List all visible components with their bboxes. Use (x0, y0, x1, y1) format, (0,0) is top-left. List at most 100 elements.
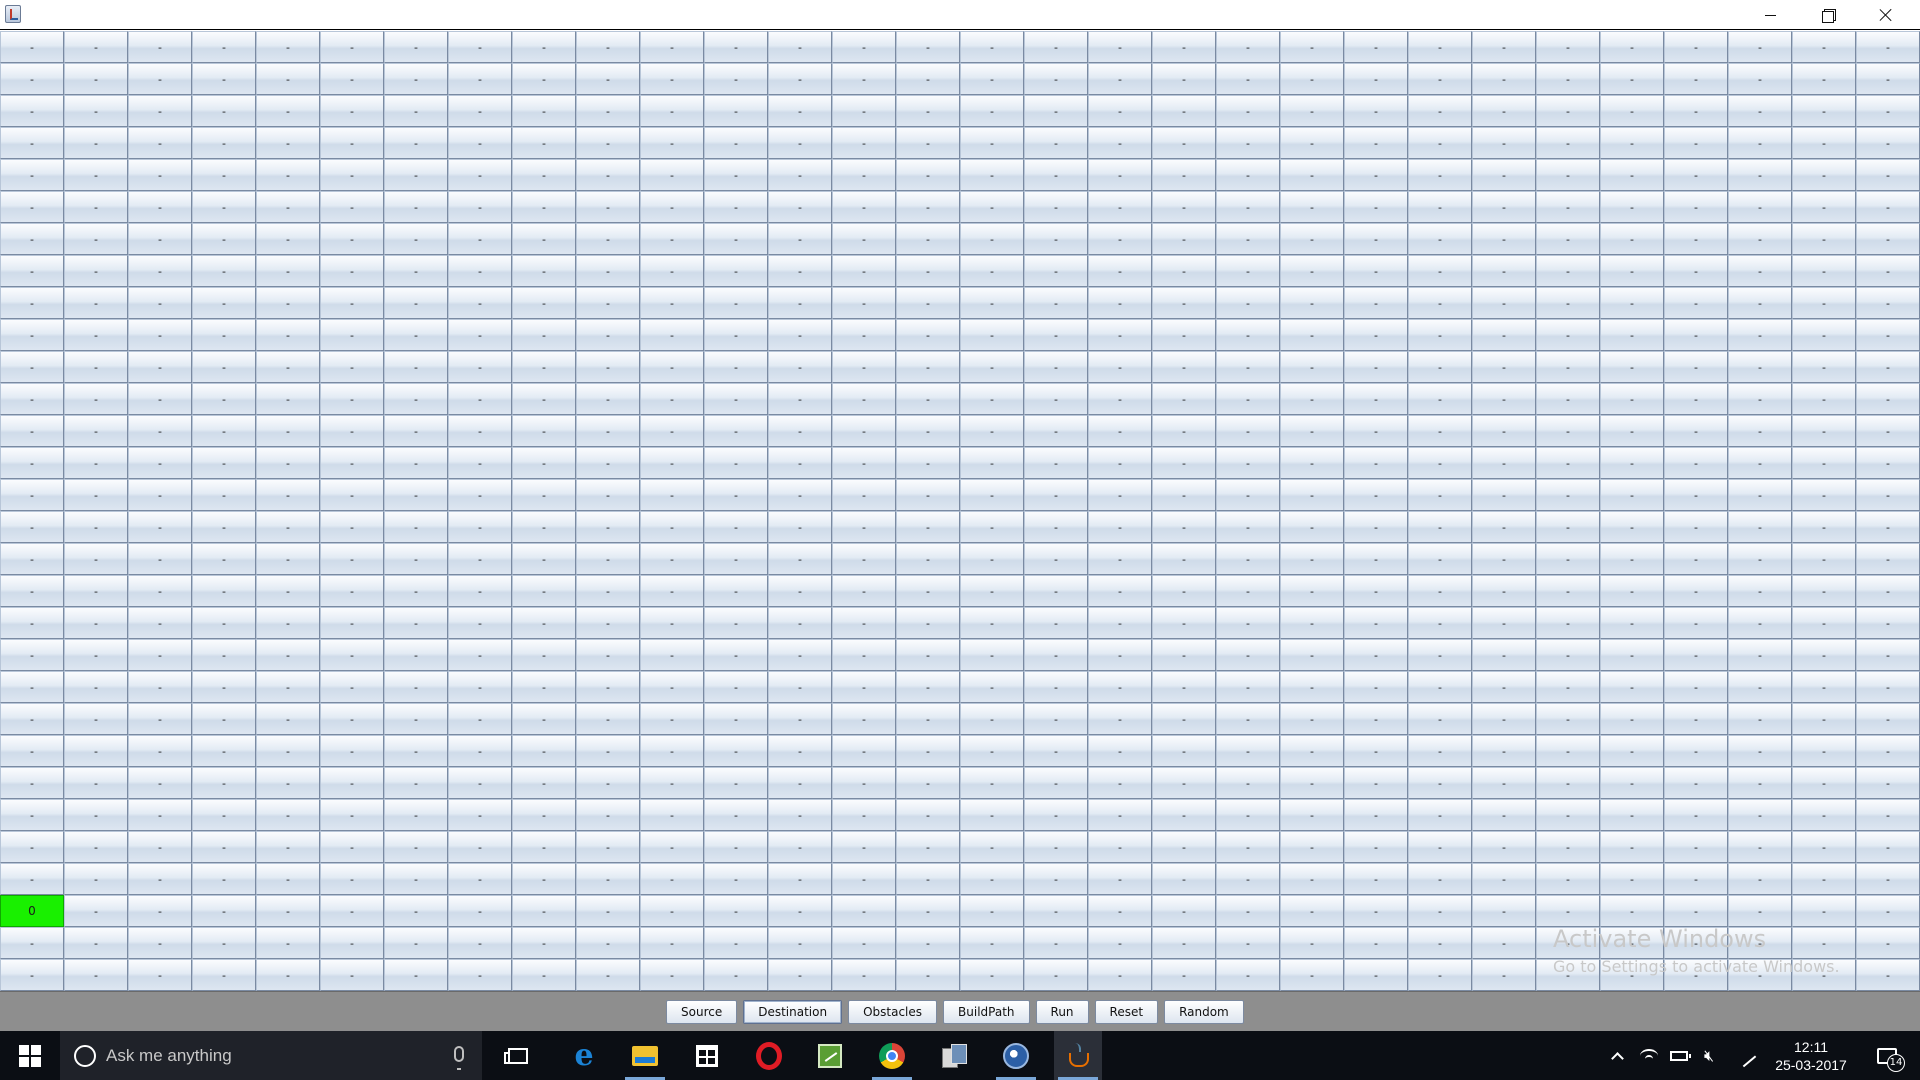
grid-cell[interactable]: - (1664, 191, 1728, 223)
grid-cell[interactable]: - (1216, 95, 1280, 127)
grid-cell[interactable]: - (128, 479, 192, 511)
pen-workspace-button[interactable] (1730, 1031, 1760, 1080)
grid-cell[interactable]: - (1600, 735, 1664, 767)
grid-cell[interactable]: - (0, 575, 64, 607)
grid-cell[interactable]: - (1856, 575, 1920, 607)
grid-cell[interactable]: - (1792, 351, 1856, 383)
grid-cell[interactable]: - (192, 95, 256, 127)
grid-cell[interactable]: - (256, 95, 320, 127)
grid-cell[interactable]: - (768, 511, 832, 543)
grid-cell[interactable]: - (960, 191, 1024, 223)
grid-cell[interactable]: - (256, 31, 320, 63)
grid-cell[interactable]: - (192, 31, 256, 63)
grid-cell[interactable]: - (384, 543, 448, 575)
grid-cell[interactable]: - (640, 895, 704, 927)
grid-cell[interactable]: - (256, 447, 320, 479)
grid-cell[interactable]: - (1728, 63, 1792, 95)
grid-cell[interactable]: - (1088, 63, 1152, 95)
grid-cell[interactable]: - (0, 223, 64, 255)
grid-cell[interactable]: - (192, 223, 256, 255)
grid-cell[interactable]: - (1472, 479, 1536, 511)
grid-cell[interactable]: - (1152, 799, 1216, 831)
volume-button[interactable]: 🔇︎ (1694, 1031, 1724, 1080)
grid-cell[interactable]: - (768, 959, 832, 991)
grid-cell[interactable]: - (1728, 671, 1792, 703)
edge-taskbar-button[interactable]: e (560, 1031, 608, 1080)
grid-cell[interactable]: - (704, 927, 768, 959)
grid-cell[interactable]: - (1536, 639, 1600, 671)
grid-cell[interactable]: - (832, 319, 896, 351)
grid-cell[interactable]: - (768, 639, 832, 671)
grid-cell[interactable]: - (1216, 63, 1280, 95)
grid-cell[interactable]: - (960, 159, 1024, 191)
grid-cell[interactable]: - (128, 63, 192, 95)
grid-cell[interactable]: - (1664, 575, 1728, 607)
grid-cell[interactable]: - (768, 287, 832, 319)
grid-cell[interactable]: - (1152, 31, 1216, 63)
grid-cell[interactable]: - (128, 831, 192, 863)
grid-cell[interactable]: - (1088, 767, 1152, 799)
grid-cell[interactable]: - (128, 671, 192, 703)
grid-cell[interactable]: - (1472, 95, 1536, 127)
grid-cell[interactable]: - (192, 575, 256, 607)
grid-cell[interactable]: - (0, 95, 64, 127)
grid-cell[interactable]: - (1600, 223, 1664, 255)
grid-cell[interactable]: - (1344, 319, 1408, 351)
grid-cell[interactable]: - (704, 575, 768, 607)
grid-cell[interactable]: - (64, 31, 128, 63)
show-hidden-icons-button[interactable] (1600, 1031, 1634, 1080)
grid-cell[interactable]: - (1024, 287, 1088, 319)
grid-cell[interactable]: - (256, 255, 320, 287)
grid-cell[interactable]: - (1088, 447, 1152, 479)
grid-cell[interactable]: - (1088, 31, 1152, 63)
grid-cell[interactable]: - (128, 959, 192, 991)
opera-taskbar-button[interactable] (745, 1031, 793, 1080)
grid-cell[interactable]: - (1280, 799, 1344, 831)
grid-cell[interactable]: - (0, 351, 64, 383)
grid-cell[interactable]: - (1088, 863, 1152, 895)
grid-cell[interactable]: - (960, 351, 1024, 383)
grid-cell[interactable]: - (960, 575, 1024, 607)
start-button[interactable] (0, 1031, 60, 1080)
grid-cell[interactable]: - (128, 799, 192, 831)
grid-cell[interactable]: - (1600, 351, 1664, 383)
grid-cell[interactable]: - (448, 767, 512, 799)
grid-cell[interactable]: - (384, 703, 448, 735)
grid-cell[interactable]: - (256, 223, 320, 255)
grid-cell[interactable]: - (64, 767, 128, 799)
grid-cell[interactable]: - (1664, 703, 1728, 735)
grid-cell[interactable]: - (1856, 191, 1920, 223)
grid-cell[interactable]: - (1344, 63, 1408, 95)
grid-cell[interactable]: - (1600, 287, 1664, 319)
grid-cell[interactable]: - (1536, 607, 1600, 639)
grid-cell[interactable]: - (1472, 191, 1536, 223)
grid-cell[interactable]: - (704, 831, 768, 863)
grid-cell[interactable]: - (640, 319, 704, 351)
grid-cell[interactable]: - (1152, 223, 1216, 255)
grid-cell[interactable]: - (1088, 255, 1152, 287)
grid-cell[interactable]: - (832, 895, 896, 927)
grid-cell[interactable]: - (1472, 639, 1536, 671)
grid-cell[interactable]: - (192, 127, 256, 159)
grid-cell[interactable]: - (256, 479, 320, 511)
grid-cell[interactable]: - (1856, 927, 1920, 959)
grid-cell[interactable]: - (448, 511, 512, 543)
grid-cell[interactable]: - (0, 319, 64, 351)
grid-cell[interactable]: - (512, 287, 576, 319)
grid-cell[interactable]: - (1280, 959, 1344, 991)
grid-cell[interactable]: - (960, 959, 1024, 991)
grid-cell[interactable]: - (256, 703, 320, 735)
grid-cell[interactable]: - (448, 735, 512, 767)
grid-cell[interactable]: - (1280, 191, 1344, 223)
grid-cell[interactable]: - (640, 639, 704, 671)
grid-cell[interactable]: - (1856, 351, 1920, 383)
grid-cell[interactable]: - (1152, 191, 1216, 223)
grid-cell[interactable]: - (1024, 31, 1088, 63)
grid-cell[interactable]: - (1344, 223, 1408, 255)
grid-cell[interactable]: - (192, 479, 256, 511)
grid-cell[interactable]: - (1856, 511, 1920, 543)
grid-cell[interactable]: - (640, 159, 704, 191)
grid-cell[interactable]: - (0, 191, 64, 223)
java-app-icon[interactable] (5, 5, 21, 23)
grid-cell[interactable]: - (1344, 671, 1408, 703)
